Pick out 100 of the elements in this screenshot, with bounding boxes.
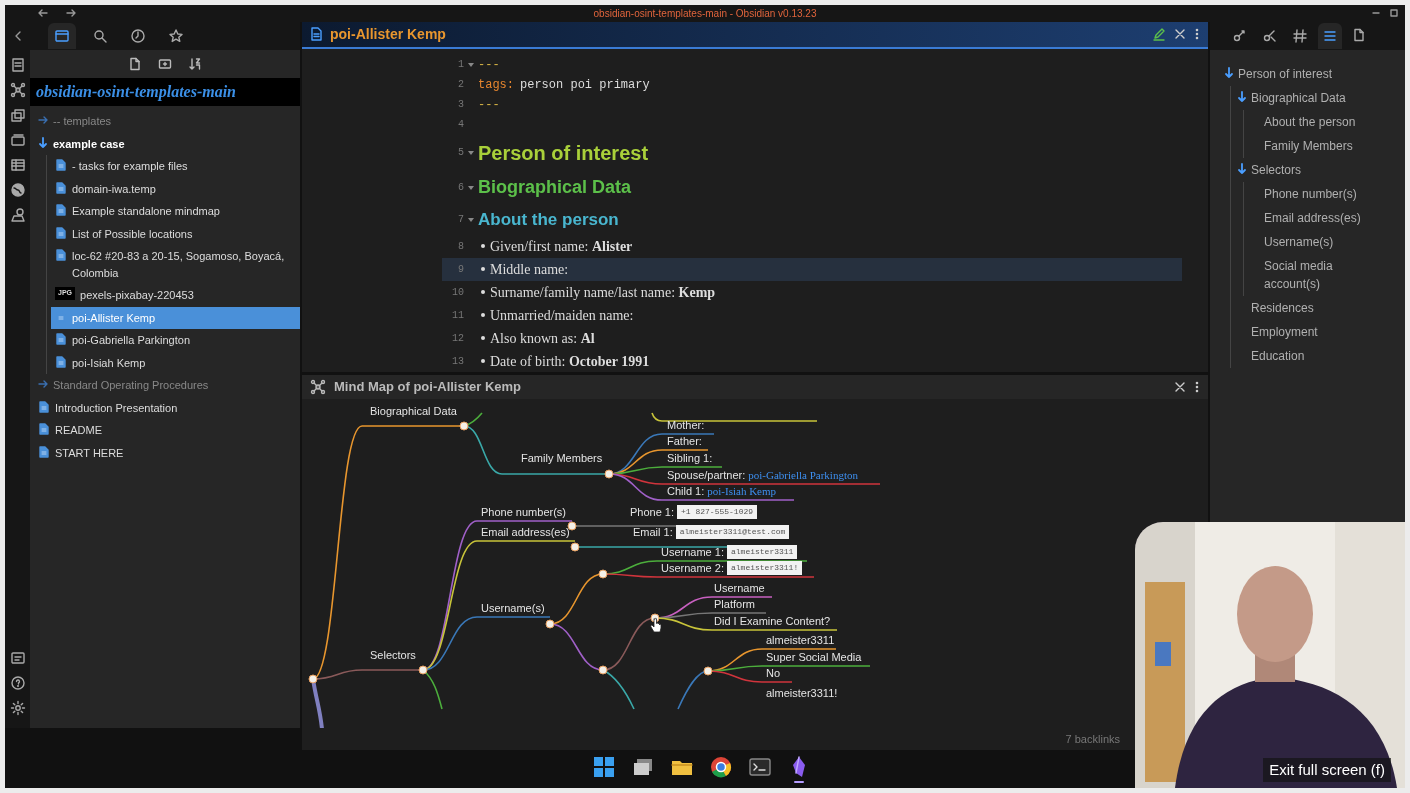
file-tree-item[interactable]: poi-Isiah Kemp xyxy=(51,351,300,374)
fold-arrow-icon[interactable] xyxy=(467,215,475,224)
branch-label: almeister3311! xyxy=(766,685,838,701)
outline-item[interactable]: Biographical Data xyxy=(1251,89,1346,107)
code-value: almeister3311 xyxy=(727,545,798,559)
edit-icon[interactable] xyxy=(1152,27,1166,42)
more-options-icon[interactable] xyxy=(1194,380,1200,394)
branch-label: Username 2: xyxy=(661,560,724,576)
outline-item[interactable]: Employment xyxy=(1251,323,1318,341)
branch-label: Email 1: xyxy=(633,524,673,540)
note-link[interactable]: poi-Gabriella Parkington xyxy=(748,466,858,484)
graph-icon[interactable] xyxy=(9,82,26,98)
more-options-icon[interactable] xyxy=(1194,27,1200,42)
help-icon[interactable] xyxy=(9,675,26,691)
close-icon[interactable] xyxy=(1174,381,1186,393)
branch-label: Username xyxy=(714,580,765,596)
line-number: 11 xyxy=(451,308,464,323)
note-icon xyxy=(55,355,67,368)
mind-map-icon xyxy=(310,379,326,395)
outline-item[interactable]: Email address(es) xyxy=(1264,209,1361,227)
sidebar-tab[interactable] xyxy=(1318,23,1342,49)
vault-name: obsidian-osint-templates-main xyxy=(30,78,300,106)
branch-label: Platform xyxy=(714,596,755,612)
panel-icon[interactable] xyxy=(9,650,26,666)
file-tree-item[interactable]: START HERE xyxy=(34,441,300,464)
settings-icon[interactable] xyxy=(9,700,26,716)
outline-item[interactable]: Person of interest xyxy=(1238,65,1333,83)
branch-label: Username 1: xyxy=(661,544,724,560)
note-link[interactable]: poi-Isiah Kemp xyxy=(707,482,777,500)
clock-icon xyxy=(130,28,146,44)
line-number: 3 xyxy=(457,98,464,113)
heading: About the person xyxy=(478,209,619,232)
windows-logo-icon[interactable] xyxy=(591,755,616,779)
file-tree-item[interactable]: -- templates xyxy=(34,110,300,133)
outline-icon xyxy=(1322,28,1338,44)
sort-icon[interactable] xyxy=(188,57,202,71)
search-icon xyxy=(92,28,108,44)
note-icon xyxy=(55,159,67,171)
branch-label: almeister3311 xyxy=(766,632,835,648)
document-icon[interactable] xyxy=(9,57,26,73)
backlinks-count[interactable]: 7 backlinks xyxy=(1065,730,1120,748)
browser-icon[interactable] xyxy=(708,755,733,779)
table-icon[interactable] xyxy=(9,157,26,173)
window-title: obsidian-osint-templates-main - Obsidian v0.13.23 xyxy=(593,7,817,21)
stack-icon[interactable] xyxy=(9,107,26,123)
down-arrow-icon[interactable] xyxy=(1224,67,1234,79)
exit-fullscreen-hint: Exit full screen (f) xyxy=(1263,757,1391,782)
outline-item[interactable]: Family Members xyxy=(1264,137,1353,155)
line-number: 4 xyxy=(457,118,464,133)
close-icon[interactable] xyxy=(1174,28,1186,41)
link-icon xyxy=(1232,28,1248,44)
terminal-icon[interactable] xyxy=(747,755,772,779)
down-arrow-icon[interactable] xyxy=(1237,91,1247,103)
branch-label: Email address(es) xyxy=(481,524,570,540)
maximize-icon[interactable] xyxy=(1389,8,1399,18)
outline-item[interactable]: About the person xyxy=(1264,113,1356,131)
note-icon xyxy=(55,333,67,345)
branch-label: No xyxy=(766,665,781,681)
new-folder-icon[interactable] xyxy=(158,57,172,71)
file-tree-item[interactable]: loc-62 #20-83 a 20-15, Sogamoso, Boyacá, Colombia xyxy=(51,245,300,284)
outline-item[interactable]: Username(s) xyxy=(1264,233,1334,251)
file-tree-item[interactable]: List of Possible locations xyxy=(51,222,300,245)
outline-item[interactable]: Social media account(s) xyxy=(1264,257,1365,293)
heading: Person of interest xyxy=(478,140,649,166)
line-number: 12 xyxy=(451,331,464,346)
sidebar-tab[interactable] xyxy=(48,23,76,49)
forward-arrow-icon[interactable] xyxy=(65,8,77,18)
fold-arrow-icon[interactable] xyxy=(467,183,475,192)
file-tree-item[interactable]: poi-Gabriella Parkington xyxy=(51,329,300,352)
outline-item[interactable]: Education xyxy=(1251,347,1305,365)
note-icon xyxy=(55,249,67,261)
file-tree-item[interactable]: domain-iwa.temp xyxy=(51,177,300,200)
back-arrow-icon[interactable] xyxy=(37,8,49,18)
down-arrow-icon xyxy=(38,136,48,149)
cards-icon[interactable] xyxy=(9,132,26,148)
file-tree-item[interactable]: example case xyxy=(34,132,300,155)
branch-label: Father: xyxy=(667,433,702,449)
list-item-text: Also known as: Al xyxy=(490,329,595,348)
branch-label: Selectors xyxy=(370,647,416,663)
line-number: 10 xyxy=(451,285,464,300)
branch-label: Super Social Media xyxy=(766,649,862,665)
branch-label: Family Members xyxy=(521,450,603,466)
note-icon xyxy=(55,204,67,216)
outline-item[interactable]: Selectors xyxy=(1251,161,1302,179)
fold-arrow-icon[interactable] xyxy=(467,148,475,157)
note-icon xyxy=(38,400,50,413)
file-tree-item[interactable]: Standard Operating Procedures xyxy=(34,374,300,397)
branch-label: Sibling 1: xyxy=(667,450,713,466)
file-tree-item[interactable]: Introduction Presentation xyxy=(34,396,300,419)
code-value: +1 827-555-1029 xyxy=(677,505,758,519)
file-tree-item[interactable]: Example standalone mindmap xyxy=(51,200,300,223)
file-tree-item[interactable]: README xyxy=(34,419,300,442)
line-number: 13 xyxy=(451,354,464,369)
new-note-icon[interactable] xyxy=(128,57,142,71)
fold-arrow-icon[interactable] xyxy=(467,60,475,69)
outline-item[interactable]: Residences xyxy=(1251,299,1314,317)
branch-label: Spouse/partner: xyxy=(667,467,746,483)
outline-item[interactable]: Phone number(s) xyxy=(1264,185,1357,203)
down-arrow-icon[interactable] xyxy=(1237,163,1247,175)
file-tree-item[interactable]: - tasks for example files xyxy=(51,155,300,178)
